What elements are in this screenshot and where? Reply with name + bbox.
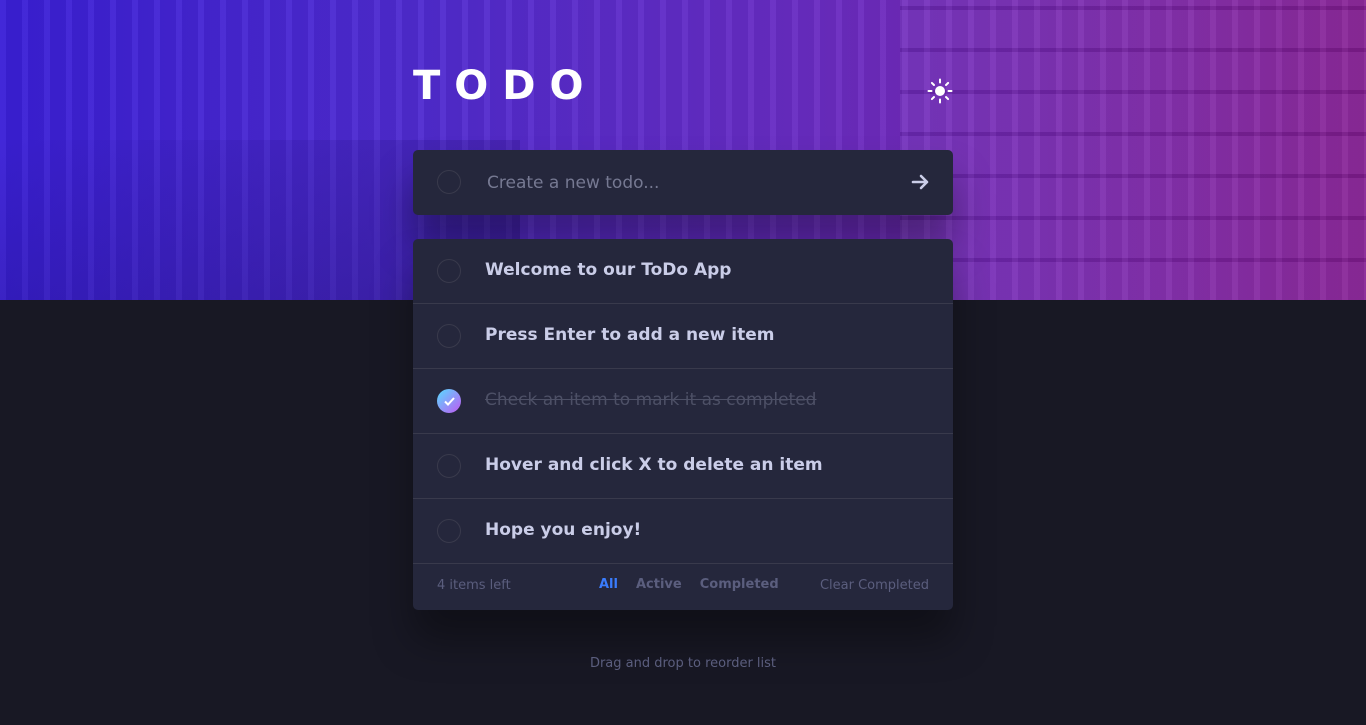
new-todo-input[interactable]	[485, 168, 889, 198]
app-title: TODO	[413, 63, 598, 109]
sun-icon	[927, 78, 953, 104]
todo-checkbox-checked[interactable]	[437, 389, 461, 413]
submit-todo-button[interactable]	[909, 170, 933, 194]
new-todo-form	[413, 150, 953, 215]
todo-text: Welcome to our ToDo App	[485, 260, 732, 280]
filter-all[interactable]: All	[599, 577, 618, 592]
todo-checkbox[interactable]	[437, 259, 461, 283]
todo-text: Hover and click X to delete an item	[485, 455, 823, 475]
filter-active[interactable]: Active	[636, 577, 682, 592]
arrow-right-icon	[911, 174, 929, 190]
todo-text: Check an item to mark it as completed	[485, 390, 817, 410]
header-background-pillars	[900, 0, 1366, 300]
clear-completed-button[interactable]: Clear Completed	[820, 578, 929, 593]
new-todo-checkbox[interactable]	[437, 170, 461, 194]
todo-item[interactable]: Hover and click X to delete an item	[413, 434, 953, 499]
filter-group: All Active Completed	[599, 577, 779, 592]
todo-item[interactable]: Welcome to our ToDo App	[413, 239, 953, 304]
todo-checkbox[interactable]	[437, 324, 461, 348]
todo-item[interactable]: Press Enter to add a new item	[413, 304, 953, 369]
todo-text: Hope you enjoy!	[485, 520, 642, 540]
todo-text: Press Enter to add a new item	[485, 325, 775, 345]
filter-completed[interactable]: Completed	[700, 577, 779, 592]
drag-drop-hint: Drag and drop to reorder list	[589, 656, 777, 671]
todo-list: Welcome to our ToDo App Press Enter to a…	[413, 239, 953, 610]
check-icon	[443, 396, 455, 406]
todo-checkbox[interactable]	[437, 454, 461, 478]
todo-item[interactable]: Hope you enjoy!	[413, 499, 953, 564]
todo-footer: 4 items left All Active Completed Clear …	[413, 564, 953, 610]
theme-toggle-button[interactable]	[922, 74, 958, 108]
todo-item-completed[interactable]: Check an item to mark it as completed	[413, 369, 953, 434]
items-left-count: 4 items left	[437, 578, 511, 593]
todo-checkbox[interactable]	[437, 519, 461, 543]
